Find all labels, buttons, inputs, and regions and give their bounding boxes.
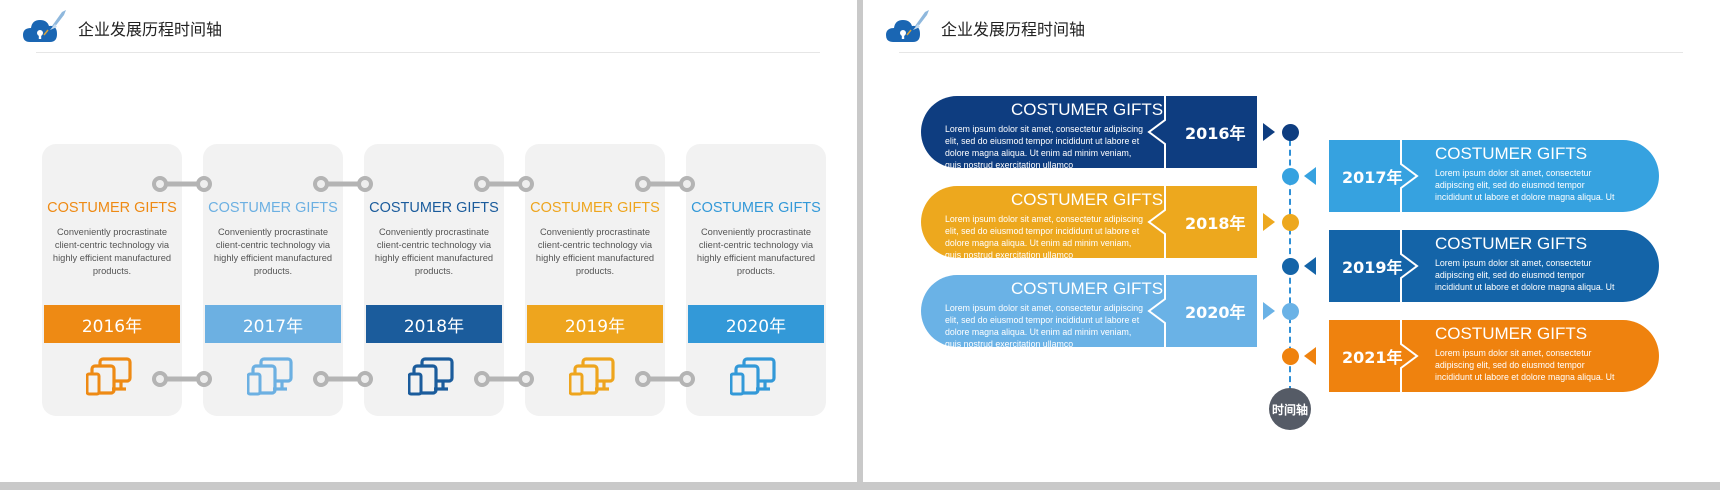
connector <box>313 371 373 387</box>
timeline-dot <box>1282 124 1299 141</box>
entry-title: COSTUMER GIFTS <box>1435 144 1588 163</box>
entry-title: COSTUMER GIFTS <box>1435 234 1588 253</box>
entry-description: Lorem ipsum dolor sit amet, consectetur … <box>1435 258 1615 292</box>
card-year: 2017年 <box>205 305 341 343</box>
connector <box>313 176 373 192</box>
card-title: COSTUMER GIFTS <box>208 200 338 216</box>
card-title: COSTUMER GIFTS <box>691 200 821 216</box>
entry-title: COSTUMER GIFTS <box>1435 324 1588 343</box>
devices-icon <box>86 357 132 396</box>
timeline-entry: COSTUMER GIFTS Lorem ipsum dolor sit amet… <box>921 186 1257 260</box>
card-description: Conveniently procrastinate client-centri… <box>374 227 494 276</box>
pointer-arrow <box>1263 123 1275 141</box>
divider-chevron <box>1400 140 1419 212</box>
devices-icon <box>247 357 293 396</box>
connector <box>635 371 695 387</box>
devices-icon <box>569 357 615 396</box>
timeline-entry: 2017年 COSTUMER GIFTS Lorem ipsum dolor sit… <box>1329 140 1659 212</box>
pointer-arrow <box>1263 302 1275 320</box>
entry-title: COSTUMER GIFTS <box>1011 190 1164 209</box>
timeline-dot <box>1282 168 1299 185</box>
connector <box>152 176 212 192</box>
header-divider <box>36 52 820 53</box>
card-title: COSTUMER GIFTS <box>47 200 177 216</box>
card-description: Conveniently procrastinate client-centri… <box>52 227 172 276</box>
divider-chevron <box>1400 320 1419 392</box>
devices-icon <box>730 357 776 396</box>
page-title: 企业发展历程时间轴 <box>78 20 223 39</box>
entry-year: 2016年 <box>1185 124 1246 143</box>
timeline-dot <box>1282 214 1299 231</box>
card-year: 2018年 <box>366 305 502 343</box>
entry-description: Lorem ipsum dolor sit amet, consectetur … <box>945 214 1144 260</box>
card-year: 2016年 <box>44 305 180 343</box>
card-description: Conveniently procrastinate client-centri… <box>535 227 655 276</box>
timeline-entry: COSTUMER GIFTS Lorem ipsum dolor sit amet… <box>921 275 1257 349</box>
card-title: COSTUMER GIFTS <box>530 200 660 216</box>
card-title: COSTUMER GIFTS <box>369 200 499 216</box>
timeline-axis-label: 时间轴 <box>1269 388 1311 430</box>
entry-year: 2018年 <box>1185 214 1246 233</box>
timeline-card: COSTUMER GIFTS Conveniently procrastinate… <box>686 144 826 416</box>
entry-description: Lorem ipsum dolor sit amet, consectetur … <box>1435 168 1615 202</box>
entry-title: COSTUMER GIFTS <box>1011 100 1164 119</box>
timeline-entry: 2021年 COSTUMER GIFTS Lorem ipsum dolor sit… <box>1329 320 1659 392</box>
page-title: 企业发展历程时间轴 <box>941 20 1086 39</box>
slide-left: 企业发展历程时间轴 COSTUMER GIFTS Conveniently pro… <box>0 0 857 482</box>
entry-description: Lorem ipsum dolor sit amet, consectetur … <box>945 124 1144 170</box>
header-divider <box>899 52 1683 53</box>
timeline-entry: COSTUMER GIFTS Lorem ipsum dolor sit amet… <box>921 96 1257 170</box>
entry-title: COSTUMER GIFTS <box>1011 279 1164 298</box>
timeline-dot <box>1282 258 1299 275</box>
entry-year: 2020年 <box>1185 303 1246 322</box>
connector <box>635 176 695 192</box>
pointer-arrow <box>1304 167 1316 185</box>
pointer-arrow <box>1304 347 1316 365</box>
card-description: Conveniently procrastinate client-centri… <box>696 227 816 276</box>
timeline-dot <box>1282 303 1299 320</box>
connector <box>152 371 212 387</box>
cloud-rocket-icon <box>886 10 929 42</box>
connector <box>474 176 534 192</box>
card-description: Conveniently procrastinate client-centri… <box>213 227 333 276</box>
entry-description: Lorem ipsum dolor sit amet, consectetur … <box>945 303 1144 349</box>
cloud-rocket-icon <box>23 10 66 42</box>
pointer-arrow <box>1263 213 1275 231</box>
entry-description: Lorem ipsum dolor sit amet, consectetur … <box>1435 348 1615 382</box>
timeline-entry: 2019年 COSTUMER GIFTS Lorem ipsum dolor sit… <box>1329 230 1659 302</box>
divider-chevron <box>1400 230 1419 302</box>
card-year: 2019年 <box>527 305 663 343</box>
connector <box>474 371 534 387</box>
pointer-arrow <box>1304 257 1316 275</box>
card-year: 2020年 <box>688 305 824 343</box>
slide-right: 企业发展历程时间轴 COSTUMER GIFTS Lorem ipsum dolo… <box>863 0 1720 482</box>
timeline-dot <box>1282 348 1299 365</box>
devices-icon <box>408 357 454 396</box>
